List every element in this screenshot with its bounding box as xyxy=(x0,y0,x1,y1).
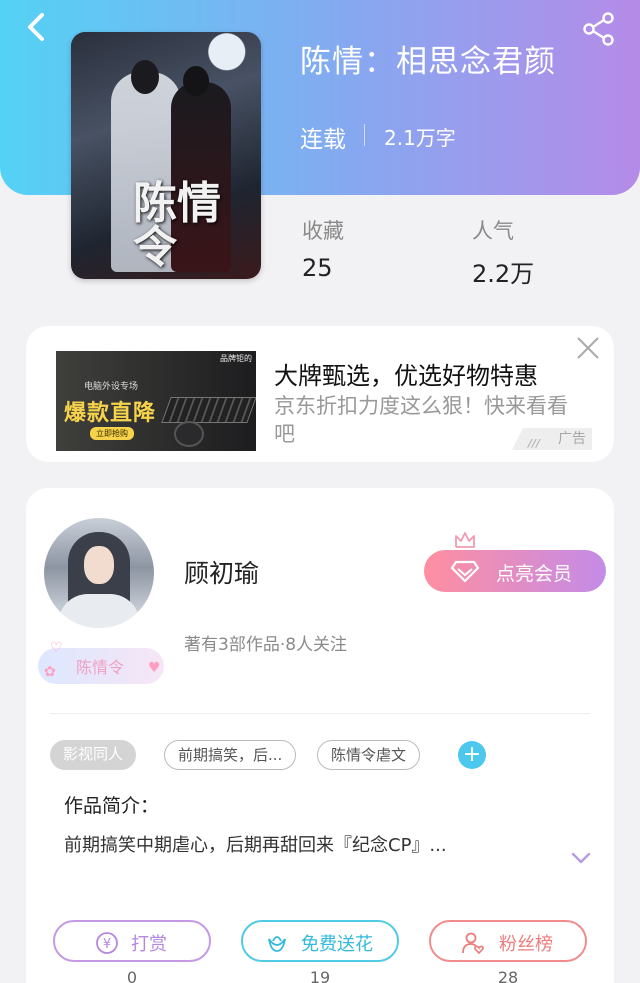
ad-label: 广告 xyxy=(558,431,586,447)
headphone-graphic xyxy=(174,421,204,447)
close-icon[interactable] xyxy=(574,334,602,362)
svg-text:¥: ¥ xyxy=(103,937,111,952)
fan-ranking-button[interactable]: 粉丝榜 xyxy=(429,920,587,962)
reward-button[interactable]: ¥ 打赏 xyxy=(53,920,211,962)
reward-label: 打赏 xyxy=(131,934,167,955)
popularity-value: 2.2万 xyxy=(472,260,535,288)
author-name[interactable]: 顾初瑜 xyxy=(184,554,259,590)
keyboard-graphic xyxy=(161,397,256,423)
ad-network-logo-icon: /// xyxy=(528,437,541,450)
share-icon[interactable] xyxy=(582,12,616,46)
flower-icon xyxy=(268,936,286,952)
fan-ranking-label: 粉丝榜 xyxy=(499,934,553,955)
avatar-robe xyxy=(58,594,140,628)
book-cover-image[interactable]: 陈情令 xyxy=(71,32,261,279)
send-flower-button[interactable]: 免费送花 xyxy=(241,920,399,962)
genre-tag[interactable]: 影视同人 xyxy=(50,740,137,770)
book-word-count: 2.1万字 xyxy=(384,126,456,150)
heart-icon: ♡ xyxy=(50,640,63,656)
fan-medal-badge: 陈情令 ♡ ✿ ♥ xyxy=(38,640,164,684)
crown-icon xyxy=(455,532,475,548)
favorites-label: 收藏 xyxy=(302,219,344,243)
add-tag-icon[interactable]: + xyxy=(458,741,486,769)
ad-title: 大牌甄选，优选好物特惠 xyxy=(274,362,538,390)
ad-label-badge: /// 广告 xyxy=(512,428,592,450)
send-flower-label: 免费送花 xyxy=(301,934,373,955)
author-meta: 著有3部作品·8人关注 xyxy=(184,635,348,655)
yen-coin-icon: ¥ xyxy=(96,932,118,954)
cover-figure-head xyxy=(131,60,159,94)
favorites-value: 25 xyxy=(302,254,333,282)
intro-text: 前期搞笑中期虐心，后期再甜回来『纪念CP』... xyxy=(64,835,447,856)
chevron-down-icon[interactable] xyxy=(570,850,592,866)
book-info-card: 顾初瑜 著有3部作品·8人关注 陈情令 ♡ ✿ ♥ 点亮会员 影视同人 前期搞笑… xyxy=(26,488,614,983)
vip-button-label: 点亮会员 xyxy=(496,563,573,585)
fan-medal-label: 陈情令 xyxy=(76,658,125,677)
flower-count: 19 xyxy=(309,968,331,983)
book-status: 连载 xyxy=(300,127,346,153)
cover-figure-head xyxy=(183,66,209,96)
ad-banner[interactable]: 品牌钜的 电脑外设专场 爆款直降 立即抢购 大牌甄选，优选好物特惠 京东折扣力度… xyxy=(26,326,614,462)
book-title: 陈情：相思念君颜 xyxy=(300,44,556,80)
cover-calligraphy: 陈情令 xyxy=(133,178,221,273)
fan-count: 28 xyxy=(497,968,519,983)
activate-vip-button[interactable]: 点亮会员 xyxy=(424,550,606,592)
intro-heading: 作品简介： xyxy=(64,795,160,817)
flower-icon: ✿ xyxy=(44,664,56,680)
ad-image-button: 立即抢购 xyxy=(90,427,134,440)
ad-image[interactable]: 品牌钜的 电脑外设专场 爆款直降 立即抢购 xyxy=(56,351,256,451)
ad-image-subtitle: 电脑外设专场 xyxy=(84,382,139,392)
popularity-label: 人气 xyxy=(472,219,514,243)
status-separator xyxy=(364,124,365,146)
author-avatar[interactable] xyxy=(44,518,154,628)
ad-image-brand: 品牌钜的 xyxy=(220,354,252,363)
heart-icon: ♥ xyxy=(148,660,161,676)
section-divider xyxy=(50,713,590,714)
diamond-icon xyxy=(450,560,480,583)
back-arrow-icon[interactable] xyxy=(22,10,52,44)
user-heart-icon xyxy=(462,932,484,955)
reward-count: 0 xyxy=(126,968,138,983)
ad-image-headline: 爆款直降 xyxy=(64,401,157,426)
keyword-tag[interactable]: 前期搞笑，后... xyxy=(164,740,297,770)
avatar-face xyxy=(84,546,114,584)
keyword-tag[interactable]: 陈情令虐文 xyxy=(317,740,421,770)
